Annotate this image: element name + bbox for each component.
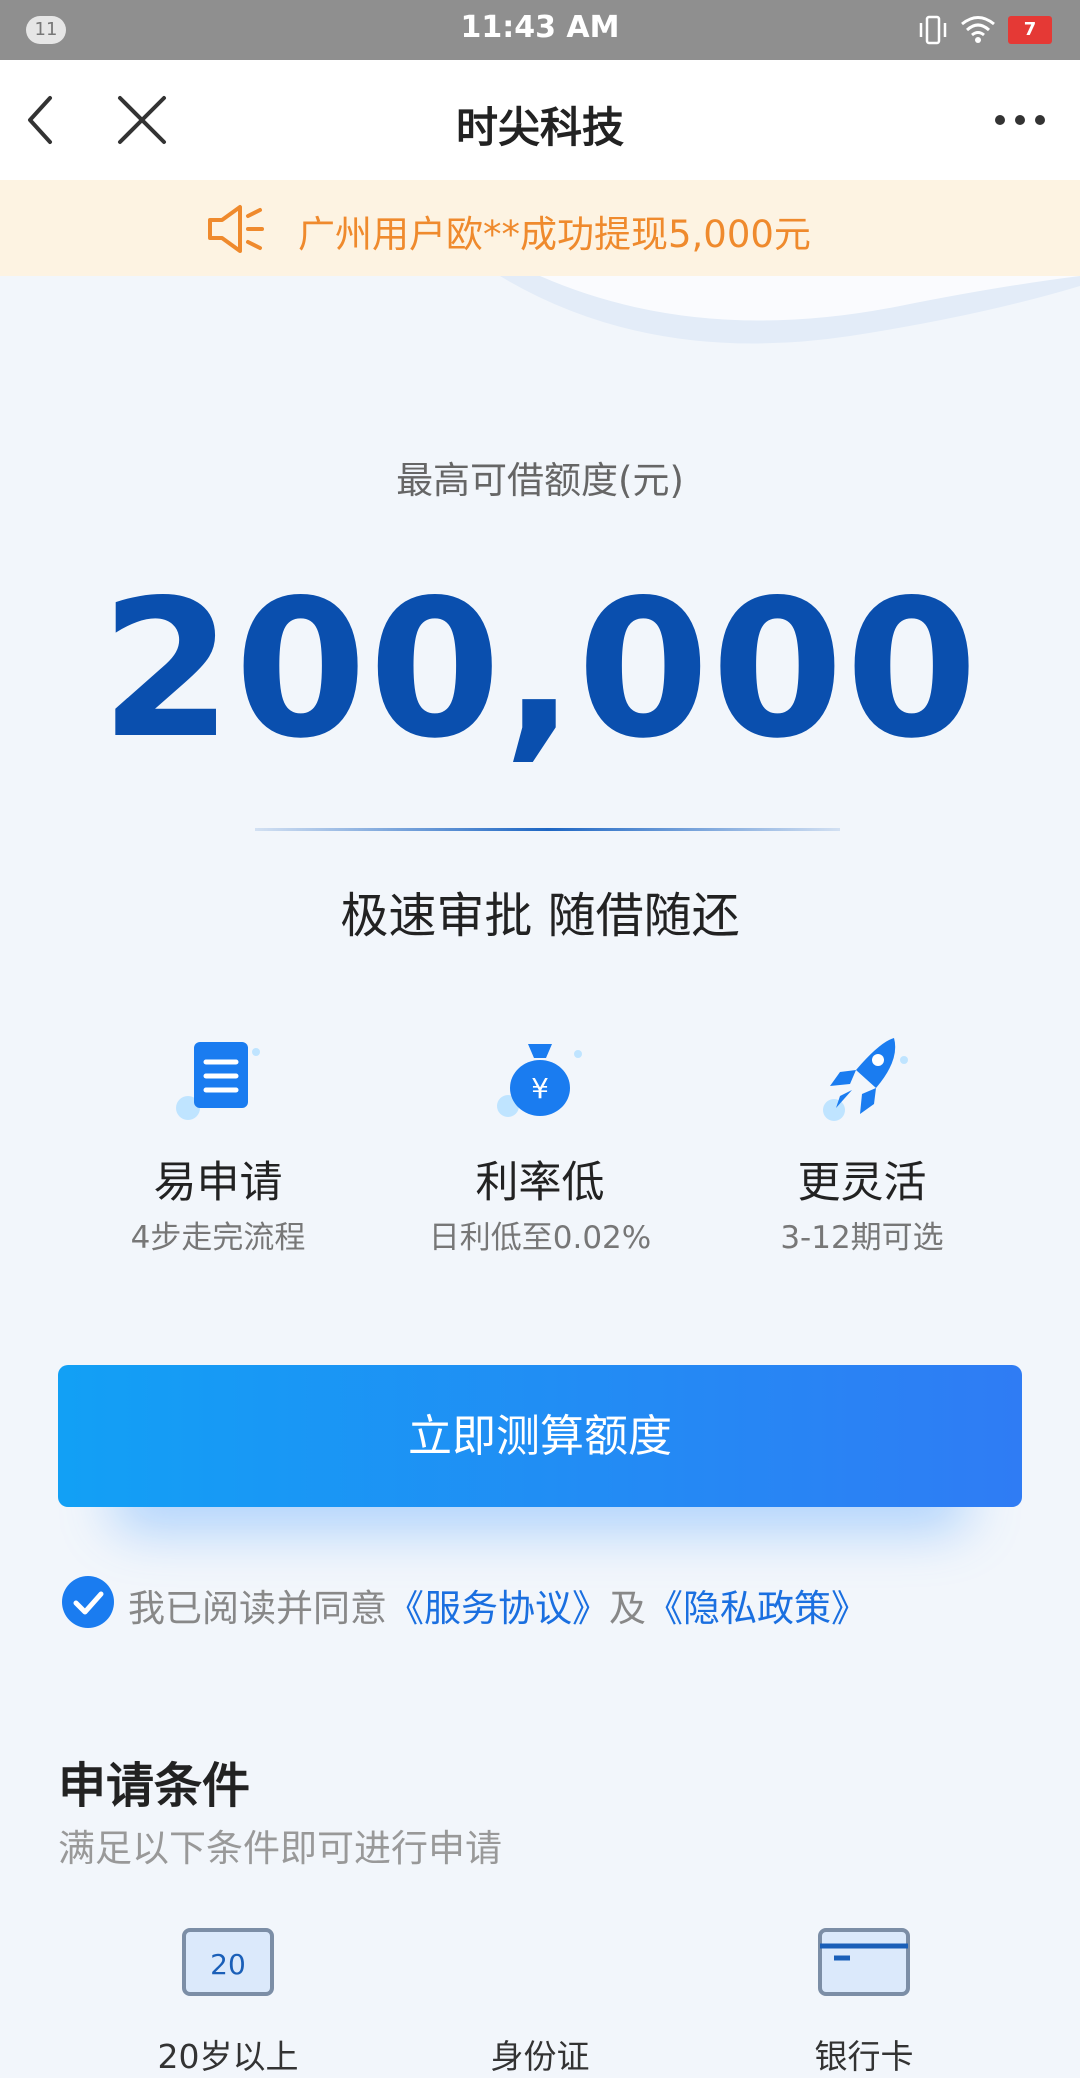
limit-amount: 200,000 (100, 559, 980, 780)
feature-easy-apply: 易申请 4步走完流程 (68, 1030, 368, 1260)
feature-desc: 4步走完流程 (130, 1220, 306, 1256)
feature-title: 利率低 (475, 1158, 605, 1208)
agreement-row: 我已阅读并同意《服务协议》及《隐私政策》 (62, 1574, 1062, 1630)
decorative-wave (500, 276, 1080, 344)
service-agreement-link[interactable]: 《服务协议》 (387, 1587, 609, 1630)
agreement-checkbox[interactable] (62, 1576, 114, 1628)
document-icon (176, 1042, 260, 1120)
feature-low-rate: ¥ 利率低 日利低至0.02% (390, 1030, 690, 1260)
speaker-icon (208, 205, 264, 253)
privacy-policy-link[interactable]: 《隐私政策》 (646, 1587, 868, 1630)
calendar-age-icon: 20 (182, 1928, 274, 1996)
condition-bank-card: 银行卡 (734, 1920, 994, 2076)
agreement-text: 我已阅读并同意《服务协议》及《隐私政策》 (128, 1578, 868, 1632)
divider (255, 828, 840, 831)
rocket-icon (823, 1038, 908, 1121)
wifi-icon (961, 16, 995, 43)
feature-flexible: 更灵活 3-12期可选 (712, 1030, 1012, 1260)
svg-text:¥: ¥ (531, 1072, 549, 1105)
feature-title: 易申请 (153, 1158, 283, 1208)
limit-label: 最高可借额度(元) (396, 459, 684, 502)
more-icon[interactable] (990, 100, 1050, 140)
notice-text: 广州用户欧**成功提现5,000元 (298, 213, 811, 256)
bank-card-icon (818, 1928, 910, 1996)
feature-desc: 3-12期可选 (780, 1220, 944, 1256)
vibrate-icon (919, 15, 947, 45)
page-title: 时尖科技 (455, 103, 624, 152)
feature-title: 更灵活 (797, 1158, 927, 1208)
age-icon-text: 20 (210, 1948, 246, 1981)
agreement-prefix: 我已阅读并同意 (128, 1587, 387, 1630)
withdraw-notice-banner: 广州用户欧**成功提现5,000元 (0, 180, 1080, 276)
nav-bar: 时尖科技 (0, 60, 1080, 180)
calculate-limit-button[interactable]: 立即测算额度 (58, 1365, 1022, 1507)
condition-age: 20 20岁以上 (98, 1920, 358, 2076)
slogan: 极速审批 随借随还 (340, 888, 740, 944)
agreement-middle: 及 (609, 1587, 646, 1630)
condition-id-card: 身份证 (410, 1920, 670, 2076)
condition-label: 20岁以上 (157, 2037, 299, 2076)
money-bag-icon: ¥ (497, 1044, 582, 1117)
battery-icon: 7 (1008, 16, 1052, 44)
condition-label: 身份证 (490, 2037, 590, 2076)
check-icon (73, 1591, 104, 1615)
conditions-subtitle: 满足以下条件即可进行申请 (58, 1827, 502, 1870)
status-bar: 11 11:43 AM 7 (0, 0, 1080, 60)
conditions-title: 申请条件 (58, 1758, 251, 1814)
feature-desc: 日利低至0.02% (428, 1220, 652, 1256)
condition-label: 银行卡 (814, 2037, 914, 2076)
